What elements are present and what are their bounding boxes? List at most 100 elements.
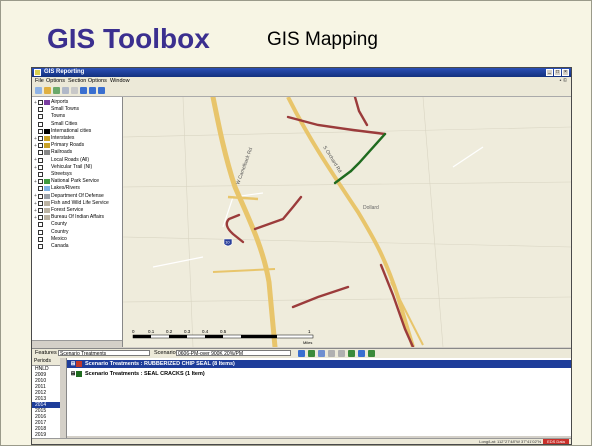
layer-checkbox[interactable] [38,157,43,163]
layer-checkbox[interactable] [38,114,43,120]
minimize-button[interactable]: _ [546,69,553,76]
layer-item[interactable]: Streetsys [34,171,122,178]
layer-checkbox[interactable] [38,193,43,199]
layer-label: Primary Roads [51,142,85,149]
layer-item[interactable]: Lakes/Rivers [34,185,122,192]
layer-swatch [44,230,50,235]
layer-item[interactable]: + National Park Service [34,178,122,185]
layer-checkbox[interactable] [38,222,43,228]
layer-checkbox[interactable] [38,229,43,235]
menu-section-options[interactable]: Section Options [68,78,107,84]
layer-checkbox[interactable] [38,244,43,249]
layer-item[interactable]: County [34,221,122,228]
print-icon[interactable] [98,87,105,94]
layer-item[interactable]: + Primary Roads [34,142,122,149]
layer-item[interactable]: + Local Roads (All) [34,157,122,164]
layer-swatch [44,208,50,213]
layer-swatch [44,122,50,127]
layer-checkbox[interactable] [38,128,43,134]
features-select[interactable]: Scenario Treatments [58,350,150,357]
layer-item[interactable]: Towns [34,113,122,120]
layer-item[interactable]: + Forest Service [34,207,122,214]
menu-window[interactable]: Window [110,78,130,84]
layer-item[interactable]: Mexico [34,236,122,243]
menu-file[interactable]: File [35,78,44,84]
layer-item[interactable]: + Fish and Wild Life Service [34,200,122,207]
close-button[interactable]: × [562,69,569,76]
layer-item[interactable]: + Bureau Of Indian Affairs [34,214,122,221]
features-grid: ⊞ Scenario Treatments : RUBBERIZED CHIP S… [67,358,571,436]
treatment-color-swatch [76,360,82,367]
layer-checkbox[interactable] [38,172,43,177]
layer-checkbox[interactable] [38,215,43,221]
layer-item[interactable]: Small Cities [34,121,122,128]
layer-item[interactable]: + Interstates [34,135,122,142]
layer-checkbox[interactable] [38,121,43,127]
layer-item[interactable]: Small Towns [34,106,122,113]
layer-checkbox[interactable] [38,107,43,113]
identify-icon[interactable] [89,87,96,94]
layer-checkbox[interactable] [38,236,43,242]
layer-checkbox[interactable] [38,100,43,105]
map-canvas[interactable]: W Camelback Rd S Orchard Rd Dollard 10 0… [123,97,571,347]
layer-item[interactable]: + Department Of Defense [34,193,122,200]
refresh-icon[interactable] [348,350,355,357]
layer-checkbox[interactable] [38,136,43,141]
layer-checkbox[interactable] [38,186,43,192]
maximize-button[interactable]: □ [554,69,561,76]
layer-tree-scrollbar[interactable] [32,340,122,347]
pan-icon[interactable] [44,87,51,94]
report-icon[interactable] [368,350,375,357]
filter-icon[interactable] [318,350,325,357]
layer-swatch [44,215,50,221]
layer-label: Local Roads (All) [51,156,90,163]
map-view[interactable]: W Camelback Rd S Orchard Rd Dollard 10 0… [123,97,571,347]
menu-options[interactable]: Options [46,78,65,84]
search-icon[interactable] [338,350,345,357]
layer-swatch [44,172,50,177]
settings-icon[interactable] [358,350,365,357]
layer-checkbox[interactable] [38,208,43,213]
layer-swatch [44,100,50,105]
layer-swatch [44,158,50,163]
layer-swatch [44,244,50,249]
layer-item[interactable]: Canada [34,243,122,250]
periods-list: Periods HNLD 2009 2010 2011 2012 2013 2014 2015… [32,358,61,440]
periods-scrollbar[interactable] [60,358,67,440]
window-title: GIS Reporting [44,69,85,75]
grid-row-rubberized-chip-seal[interactable]: ⊞ Scenario Treatments : RUBBERIZED CHIP S… [67,360,571,368]
scenario-select[interactable]: 0606-PM-over 900K 20%/PM [176,350,291,357]
layer-checkbox[interactable] [38,150,43,156]
full-extent-icon[interactable] [71,87,78,94]
zoom-to-icon[interactable] [328,350,335,357]
svg-text:10: 10 [225,240,230,245]
layer-checkbox[interactable] [38,143,43,149]
layer-swatch [44,193,50,199]
layer-label: Small Cities [51,120,78,127]
pointer-icon[interactable] [35,87,42,94]
layer-item[interactable]: International cities [34,128,122,135]
slide: GIS Toolbox GIS Mapping GIS Reporting _ … [0,0,592,446]
layer-item[interactable]: + Vehicular Trail (NI) [34,164,122,171]
layer-label: Fish and Wild Life Service [51,199,109,206]
periods-header: Periods [32,358,60,366]
coordinates-readout: Long/Lat: 112°27'48"W 37°41'02"N [479,439,541,444]
layer-item[interactable]: Railroads [34,149,122,156]
layer-swatch [44,165,50,170]
menu-help-icons[interactable]: • © [559,78,567,84]
layer-label: Mexico [51,235,67,242]
interstate-shield: 10 [223,238,233,247]
layer-item[interactable]: + Airports [34,99,122,106]
window-titlebar[interactable]: GIS Reporting _ □ × [32,68,571,77]
zoom-out-icon[interactable] [62,87,69,94]
export-icon[interactable] [308,350,315,357]
layer-label: Streetsys [51,171,72,177]
layer-item[interactable]: Country [34,229,122,236]
layer-checkbox[interactable] [38,164,43,170]
zoom-in-icon[interactable] [53,87,60,94]
layer-checkbox[interactable] [38,200,43,206]
layer-icon[interactable] [80,87,87,94]
grid-view-icon[interactable] [298,350,305,357]
layer-checkbox[interactable] [38,179,43,185]
grid-row-seal-cracks[interactable]: ⊞ Scenario Treatments : SEAL CRACKS (1 It… [67,370,571,378]
